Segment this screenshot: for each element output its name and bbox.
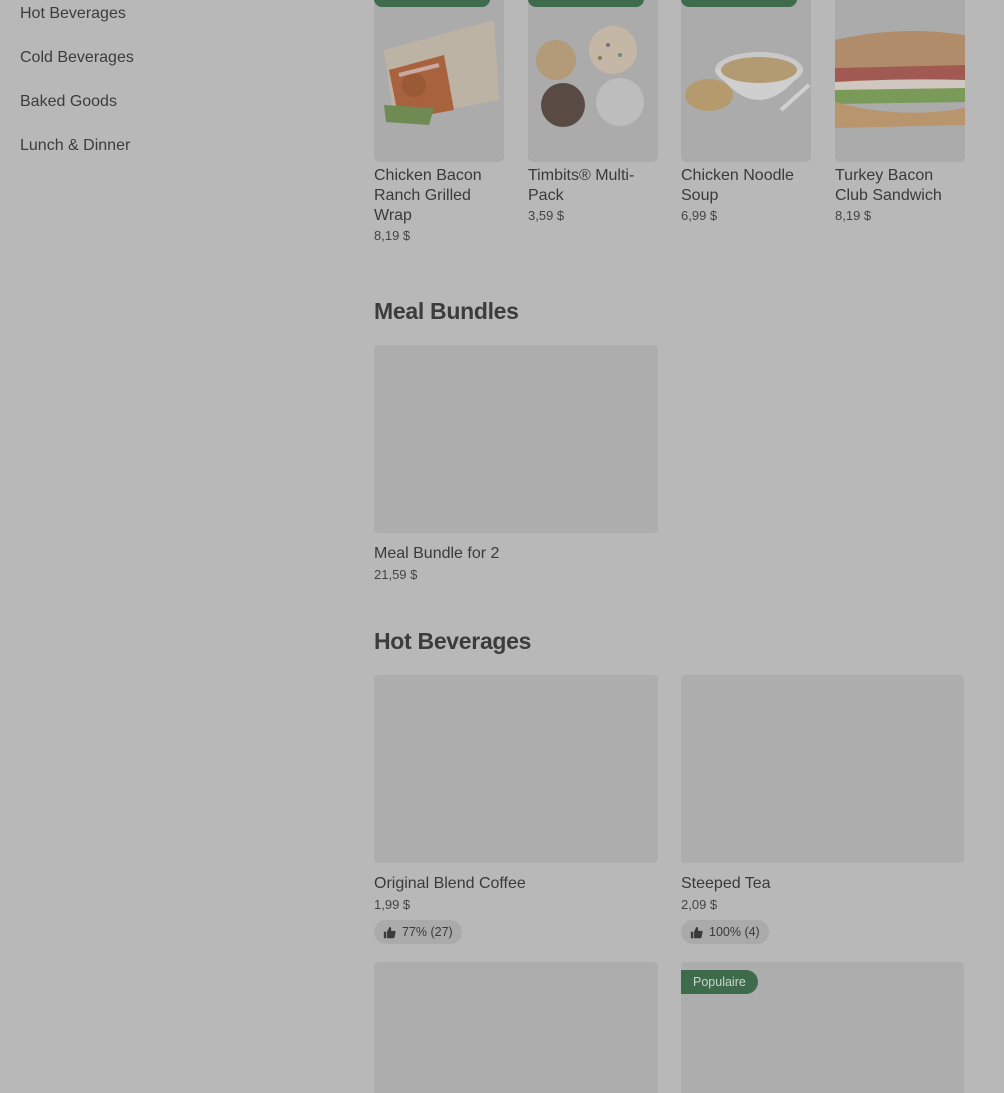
section-title-meal-bundles: Meal Bundles [374,298,519,324]
promo-tag [528,0,644,7]
product-price: 8,19 $ [835,208,872,223]
rating-pill: 100% (4) [681,920,769,944]
category-sidebar: Hot Beverages Cold Beverages Baked Goods… [20,0,320,176]
thumbs-up-icon [690,926,703,938]
popular-badge: Populaire [681,970,758,994]
rating-pill: 77% (27) [374,920,462,944]
product-title: Chicken Noodle Soup [681,167,794,204]
sidebar-item-hot-beverages[interactable]: Hot Beverages [20,0,320,44]
product-price: 21,59 $ [374,567,418,582]
sidebar-item-lunch-dinner[interactable]: Lunch & Dinner [20,132,320,176]
beverage-card[interactable]: Steeped Tea 2,09 $ 100% (4) [681,675,964,944]
product-card[interactable]: Chicken Bacon Ranch Grilled Wrap 8,19 $ [374,0,504,243]
thumbs-up-icon [383,926,396,938]
product-title: Chicken Bacon Ranch Grilled Wrap [374,167,482,224]
meal-bundle-card[interactable]: Meal Bundle for 2 21,59 $ [374,345,658,582]
product-image-placeholder [374,345,658,533]
product-image-placeholder [374,962,658,1093]
product-card[interactable]: Timbits® Multi-Pack 3,59 $ [528,0,658,223]
product-title: Steeped Tea [681,875,771,892]
product-price: 3,59 $ [528,208,565,223]
product-price: 2,09 $ [681,897,718,912]
product-price: 1,99 $ [374,897,411,912]
product-card[interactable]: Chicken Noodle Soup 6,99 $ [681,0,811,223]
wrap-illustration [374,0,504,162]
product-image [528,0,658,162]
product-title: Meal Bundle for 2 [374,545,500,562]
product-title: Turkey Bacon Club Sandwich [835,167,942,204]
product-price: 6,99 $ [681,208,718,223]
product-title: Timbits® Multi-Pack [528,167,635,204]
promo-tag [681,0,797,7]
beverage-card[interactable]: Original Blend Coffee 1,99 $ 77% (27) [374,675,658,944]
product-image [835,0,965,162]
section-title-hot-beverages: Hot Beverages [374,628,532,654]
product-image [681,0,811,162]
product-image-placeholder [681,675,964,863]
product-title: Original Blend Coffee [374,875,526,892]
timbits-illustration [528,0,658,162]
product-image [374,0,504,162]
beverage-card[interactable]: Populaire [681,962,964,1093]
featured-carousel: Chicken Bacon Ranch Grilled Wrap 8,19 $ … [374,0,965,250]
sidebar-item-cold-beverages[interactable]: Cold Beverages [20,44,320,88]
rating-text: 100% (4) [709,925,760,939]
rating-text: 77% (27) [402,925,453,939]
soup-illustration [681,0,811,162]
product-card[interactable]: Turkey Bacon Club Sandwich 8,19 $ [835,0,965,223]
promo-tag [374,0,490,7]
beverage-card[interactable] [374,962,658,1093]
product-price: 8,19 $ [374,228,411,243]
sidebar-item-baked-goods[interactable]: Baked Goods [20,88,320,132]
sandwich-illustration [835,0,965,162]
product-image-placeholder [374,675,658,863]
